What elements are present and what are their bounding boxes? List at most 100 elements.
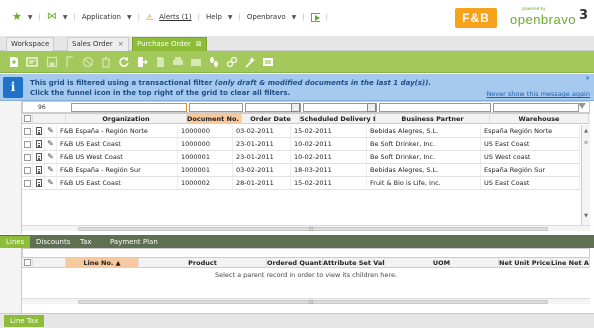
print-button[interactable] xyxy=(170,54,186,70)
column-header-business-partner[interactable]: Business Partner xyxy=(376,114,490,124)
scroll-down-icon[interactable]: ▼ xyxy=(583,213,589,219)
horizontal-scrollbar[interactable]: ||| xyxy=(22,225,590,231)
open-form-icon[interactable] xyxy=(33,151,45,163)
tab-line-tax[interactable]: Line Tax xyxy=(4,315,45,327)
delete-button[interactable] xyxy=(98,54,114,70)
funnel-icon[interactable] xyxy=(578,103,586,109)
message-text: This grid is filtered using a transactio… xyxy=(30,79,432,87)
column-header-warehouse[interactable]: Warehouse xyxy=(490,114,589,124)
scroll-down-icon[interactable]: ≡ xyxy=(583,140,589,146)
email-icon xyxy=(191,59,201,66)
favorites-dropdown-icon[interactable]: ▼ xyxy=(28,14,33,21)
row-checkbox[interactable] xyxy=(22,138,33,150)
powered-by-text: powered by xyxy=(522,6,546,11)
table-row[interactable]: ✎ F&B US East Coast 1000000 23-01-2011 1… xyxy=(22,138,580,151)
process-button[interactable] xyxy=(242,54,258,70)
open-form-icon[interactable] xyxy=(33,177,45,189)
export-button[interactable] xyxy=(134,54,150,70)
column-header-order-date[interactable]: Order Date xyxy=(242,114,300,124)
column-header-product[interactable]: Product xyxy=(139,258,267,268)
table-row[interactable]: ✎ F&B US East Coast 1000002 28-01-2011 1… xyxy=(22,177,580,190)
refresh-button[interactable] xyxy=(116,54,132,70)
complete-button[interactable] xyxy=(260,54,276,70)
vertical-scrollbar[interactable]: ▲ ≡ ▼ xyxy=(581,125,590,225)
openbravo-wordmark: openbravo xyxy=(510,12,576,27)
close-icon[interactable]: × xyxy=(118,40,124,48)
scroll-up-icon[interactable]: ▲ xyxy=(583,128,589,134)
new-document-button[interactable] xyxy=(6,54,22,70)
calendar-icon[interactable] xyxy=(291,103,300,112)
new-row-button[interactable] xyxy=(24,54,40,70)
help-dropdown-icon[interactable]: ▼ xyxy=(228,14,233,21)
link-button[interactable] xyxy=(224,54,240,70)
tab-payment-plan[interactable]: Payment Plan xyxy=(104,236,164,248)
audit-trail-button[interactable] xyxy=(206,54,222,70)
column-header-uom[interactable]: UOM xyxy=(385,258,499,268)
alerts-link[interactable]: Alerts (1) xyxy=(159,13,191,21)
select-all-checkbox[interactable] xyxy=(22,258,33,268)
calendar-icon[interactable] xyxy=(367,103,376,112)
tab-tax[interactable]: Tax xyxy=(74,236,98,248)
table-row[interactable]: ✎ F&B US West Coast 1000001 23-01-2011 1… xyxy=(22,151,580,164)
tab-lines[interactable]: Lines xyxy=(0,236,31,248)
user-menu[interactable]: Openbravo xyxy=(247,13,286,21)
close-icon[interactable]: ⊠ xyxy=(196,40,202,48)
recent-views-icon[interactable]: ⋈ xyxy=(47,12,57,22)
column-header-attribute-set-value[interactable]: Attribute Set Value xyxy=(323,258,385,268)
delivery-date-filter[interactable] xyxy=(303,103,377,112)
child-tab-bar: Lines Discounts Tax Payment Plan xyxy=(0,235,594,248)
info-message-bar: i This grid is filtered using a transact… xyxy=(0,74,594,101)
edit-row-icon[interactable]: ✎ xyxy=(45,138,57,150)
table-row[interactable]: ✎ F&B España - Región Sur 1000001 03-02-… xyxy=(22,164,580,177)
favorites-star-icon[interactable]: ★ xyxy=(12,11,22,22)
edit-row-icon[interactable]: ✎ xyxy=(45,164,57,176)
warehouse-filter[interactable] xyxy=(493,103,579,112)
email-button[interactable] xyxy=(188,54,204,70)
column-header-ordered-quantity[interactable]: Ordered Quantity xyxy=(267,258,323,268)
close-message-icon[interactable]: × xyxy=(585,76,591,82)
row-checkbox[interactable] xyxy=(22,177,33,189)
save-close-button[interactable] xyxy=(62,54,78,70)
alert-warning-icon[interactable]: ⚠ xyxy=(146,13,153,22)
select-all-checkbox[interactable] xyxy=(22,114,33,124)
open-form-icon[interactable] xyxy=(33,164,45,176)
help-menu[interactable]: Help xyxy=(206,13,222,21)
tab-workspace[interactable]: Workspace xyxy=(6,37,55,51)
open-form-icon[interactable] xyxy=(33,138,45,150)
tab-purchase-order[interactable]: Purchase Order ⊠ xyxy=(132,37,207,51)
attach-button[interactable] xyxy=(152,54,168,70)
edit-row-icon[interactable]: ✎ xyxy=(45,151,57,163)
lines-horizontal-scrollbar[interactable]: ||| xyxy=(22,298,590,304)
row-checkbox[interactable] xyxy=(22,164,33,176)
never-show-link[interactable]: Never show this message again xyxy=(486,90,590,98)
tab-sales-order[interactable]: Sales Order × xyxy=(67,37,129,51)
user-dropdown-icon[interactable]: ▼ xyxy=(292,14,297,21)
column-header-document-no[interactable]: Document No. ▲ xyxy=(187,114,242,124)
application-dropdown-icon[interactable]: ▼ xyxy=(127,14,132,21)
logout-icon[interactable] xyxy=(310,12,320,22)
row-checkbox[interactable] xyxy=(22,125,33,137)
openbravo-version: 3 xyxy=(578,8,588,23)
document-no-filter[interactable] xyxy=(189,103,243,112)
column-header-line-no[interactable]: Line No. ▲ xyxy=(66,258,139,268)
row-checkbox[interactable] xyxy=(22,151,33,163)
save-close-icon xyxy=(66,56,73,67)
document-list-icon xyxy=(263,58,273,66)
edit-row-icon[interactable]: ✎ xyxy=(45,125,57,137)
business-partner-filter[interactable] xyxy=(379,103,491,112)
company-logo: F&B xyxy=(455,8,497,28)
edit-row-icon[interactable]: ✎ xyxy=(45,177,57,189)
column-header-net-unit-price[interactable]: Net Unit Price xyxy=(499,258,551,268)
undo-button[interactable] xyxy=(80,54,96,70)
column-header-organization[interactable]: Organization xyxy=(66,114,187,124)
top-bar: ★ ▼ | ⋈ ▼ | Application ▼ | ⚠ Alerts (1)… xyxy=(0,0,594,36)
table-row[interactable]: ✎ F&B España - Región Norte 1000000 03-0… xyxy=(22,125,580,138)
column-header-line-net-amount[interactable]: Line Net Amou xyxy=(551,258,590,268)
application-menu[interactable]: Application xyxy=(82,13,121,21)
open-form-icon[interactable] xyxy=(33,125,45,137)
organization-filter[interactable] xyxy=(71,103,187,112)
recent-dropdown-icon[interactable]: ▼ xyxy=(63,14,68,21)
column-header-delivery-date[interactable]: Scheduled Delivery Date xyxy=(300,114,376,124)
save-button[interactable] xyxy=(44,54,60,70)
tab-discounts[interactable]: Discounts xyxy=(30,236,76,248)
